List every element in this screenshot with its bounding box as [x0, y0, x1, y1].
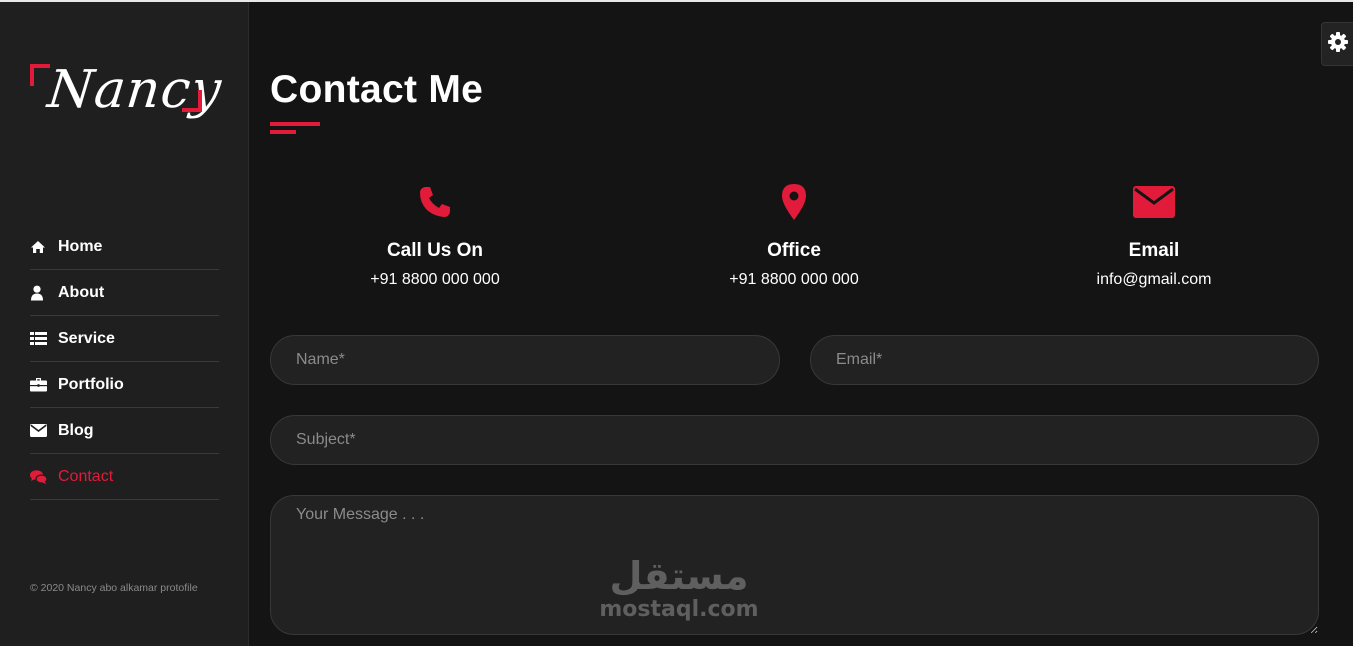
watermark-arabic: مستقل — [609, 554, 749, 598]
info-title: Call Us On — [386, 240, 484, 261]
name-input[interactable] — [270, 335, 780, 385]
briefcase-icon — [30, 377, 52, 392]
logo[interactable]: Nancy — [30, 60, 225, 130]
home-icon — [30, 240, 52, 254]
sidebar-item-label: Contact — [58, 467, 114, 485]
info-email: Email info@gmail.com — [989, 182, 1319, 289]
sidebar-item-label: Blog — [58, 421, 94, 439]
sidebar-item-blog[interactable]: Blog — [30, 408, 219, 454]
sidebar-item-home[interactable]: Home — [30, 224, 219, 270]
logo-bracket-top-left — [30, 64, 50, 86]
page-title: Contact Me — [270, 68, 484, 111]
info-value: +91 8800 000 000 — [370, 271, 500, 288]
sidebar-item-portfolio[interactable]: Portfolio — [30, 362, 219, 408]
message-textarea[interactable] — [270, 495, 1319, 635]
info-title: Email — [1128, 240, 1180, 261]
settings-button[interactable] — [1321, 22, 1353, 66]
sidebar-item-label: About — [58, 283, 105, 301]
info-value: +91 8800 000 000 — [729, 271, 859, 288]
gear-icon — [1328, 31, 1348, 57]
info-title: Office — [767, 240, 821, 261]
logo-bracket-bottom-right — [182, 90, 202, 112]
watermark-latin: mostaql.com — [599, 597, 759, 622]
mostaql-watermark: مستقل mostaql.com — [594, 554, 764, 622]
envelope-icon — [30, 424, 52, 437]
sidebar-item-label: Portfolio — [58, 375, 124, 393]
sidebar-item-label: Home — [58, 237, 103, 255]
sidebar-nav: Home About Service Portfolio Blog Contac… — [30, 224, 219, 500]
user-icon — [30, 285, 52, 301]
sidebar: Nancy Home About Service Portfolio Blog … — [0, 2, 249, 646]
info-call: Call Us On +91 8800 000 000 — [270, 182, 600, 289]
envelope-icon — [989, 182, 1319, 222]
sidebar-item-service[interactable]: Service — [30, 316, 219, 362]
info-value: info@gmail.com — [1096, 271, 1212, 288]
title-underline — [270, 122, 320, 126]
sidebar-item-contact[interactable]: Contact — [30, 454, 219, 500]
contact-section: Contact Me Call Us On +91 8800 000 000 O… — [250, 2, 1353, 646]
map-marker-icon — [629, 182, 959, 222]
title-underline-short — [270, 130, 296, 134]
sidebar-item-about[interactable]: About — [30, 270, 219, 316]
copyright-text: © 2020 Nancy abo alkamar protofile — [30, 582, 198, 594]
sidebar-item-label: Service — [58, 329, 115, 347]
info-office: Office +91 8800 000 000 — [629, 182, 959, 289]
subject-input[interactable] — [270, 415, 1319, 465]
list-icon — [30, 332, 52, 345]
comments-icon — [30, 469, 52, 484]
email-input[interactable] — [810, 335, 1319, 385]
phone-icon — [270, 182, 600, 222]
